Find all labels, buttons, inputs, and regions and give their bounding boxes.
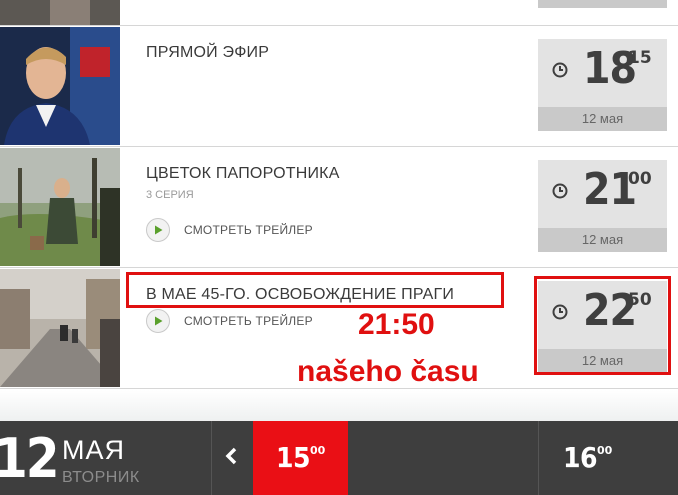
time-box-partial bbox=[538, 0, 667, 8]
program-time: 18 15 12 мая bbox=[538, 39, 667, 131]
annotation-time: 21:50 bbox=[358, 308, 435, 341]
program-row[interactable]: ЦВЕТОК ПАПОРОТНИКА 3 СЕРИЯ СМОТРЕТЬ ТРЕЙ… bbox=[0, 147, 678, 268]
schedule-list: ПРЯМОЙ ЭФИР 18 15 12 мая ЦВЕТОК ПАПОРОТН… bbox=[0, 0, 678, 390]
date-bar: 12 МАЯ ВТОРНИК 15 00 16 00 bbox=[0, 421, 678, 495]
program-row[interactable]: ПРЯМОЙ ЭФИР 18 15 12 мая bbox=[0, 26, 678, 147]
watch-trailer-label[interactable]: СМОТРЕТЬ ТРЕЙЛЕР bbox=[184, 314, 313, 328]
time-minutes: 00 bbox=[628, 169, 652, 189]
highlight-time-box bbox=[534, 276, 671, 375]
slot-hours: 15 bbox=[276, 441, 311, 474]
slot-minutes: 00 bbox=[310, 444, 326, 457]
watch-trailer-button[interactable]: СМОТРЕТЬ ТРЕЙЛЕР bbox=[146, 308, 313, 334]
chevron-left-icon[interactable] bbox=[224, 447, 240, 470]
watch-trailer-label[interactable]: СМОТРЕТЬ ТРЕЙЛЕР bbox=[184, 223, 313, 237]
play-icon[interactable] bbox=[146, 309, 170, 333]
program-title[interactable]: ПРЯМОЙ ЭФИР bbox=[146, 44, 269, 62]
program-thumbnail[interactable] bbox=[0, 27, 120, 145]
highlight-title-box bbox=[126, 272, 504, 308]
time-minutes: 15 bbox=[628, 48, 652, 68]
program-date: 12 мая bbox=[538, 107, 667, 131]
list-fade bbox=[0, 390, 678, 422]
program-thumbnail[interactable] bbox=[0, 0, 120, 25]
program-date: 12 мая bbox=[538, 228, 667, 252]
time-slot-active[interactable]: 15 00 bbox=[253, 421, 348, 495]
prev-slot-button[interactable] bbox=[212, 421, 252, 495]
program-title[interactable]: ЦВЕТОК ПАПОРОТНИКА bbox=[146, 165, 340, 183]
clock-icon bbox=[552, 183, 568, 204]
play-icon[interactable] bbox=[146, 218, 170, 242]
date-weekday: ВТОРНИК bbox=[62, 469, 140, 486]
time-slot[interactable]: 16 00 bbox=[539, 421, 634, 495]
annotation-caption: našeho času bbox=[297, 355, 479, 388]
date-day: 12 bbox=[0, 427, 60, 490]
program-episode: 3 СЕРИЯ bbox=[146, 189, 194, 201]
program-thumbnail[interactable] bbox=[0, 148, 120, 266]
clock-icon bbox=[552, 62, 568, 83]
watch-trailer-button[interactable]: СМОТРЕТЬ ТРЕЙЛЕР bbox=[146, 217, 313, 243]
slot-minutes: 00 bbox=[597, 444, 613, 457]
date-month: МАЯ bbox=[62, 435, 125, 465]
program-time: 21 00 12 мая bbox=[538, 160, 667, 252]
slot-hours: 16 bbox=[563, 441, 598, 474]
program-thumbnail[interactable] bbox=[0, 269, 120, 387]
